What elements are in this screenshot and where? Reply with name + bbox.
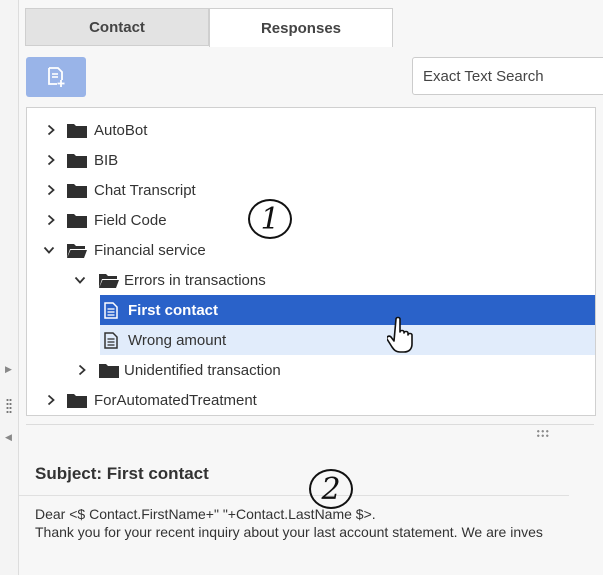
chevron-right-icon[interactable] (76, 364, 88, 376)
collapse-arrow-icon[interactable]: ◀ (5, 432, 12, 443)
tree-item-label: Chat Transcript (94, 181, 196, 199)
callout-1: 1 (248, 199, 292, 239)
chevron-right-icon[interactable] (45, 184, 57, 196)
tree-item-label: Wrong amount (128, 331, 227, 349)
tree-item-label: ForAutomatedTreatment (94, 391, 257, 409)
drag-handle-icon[interactable] (6, 398, 12, 414)
folder-icon (67, 124, 87, 138)
splitter-bar[interactable] (26, 424, 594, 441)
folder-open-icon (99, 274, 119, 288)
left-collapse-strip: ▶ ◀ (0, 0, 19, 575)
divider (19, 495, 569, 496)
preview-body-line: Thank you for your recent inquiry about … (35, 524, 543, 540)
add-response-icon (48, 67, 65, 87)
tree-item-label: BIB (94, 151, 119, 169)
tab-responses[interactable]: Responses (209, 8, 393, 47)
tree-item-chat-transcript[interactable]: Chat Transcript (27, 175, 595, 205)
tree-item-field-code[interactable]: Field Code (27, 205, 595, 235)
folder-open-icon (67, 244, 87, 258)
tree-item-forautomatedtreatment[interactable]: ForAutomatedTreatment (27, 385, 595, 415)
preview-body-line: Dear <$ Contact.FirstName+" "+Contact.La… (35, 506, 376, 522)
document-icon (104, 301, 118, 319)
callout-2: 2 (309, 469, 353, 509)
tree-item-label: Financial service (94, 241, 206, 259)
folder-icon (67, 394, 87, 408)
chevron-down-icon[interactable] (43, 244, 55, 256)
tree-item-first-contact[interactable]: First contact (100, 295, 595, 325)
expand-arrow-icon[interactable]: ▶ (5, 364, 12, 375)
tab-contact[interactable]: Contact (25, 8, 209, 46)
search-input[interactable] (412, 57, 603, 95)
hand-cursor-icon (387, 316, 413, 353)
responses-panel: Contact Responses AutoBot BIB (19, 0, 603, 575)
document-icon (104, 331, 118, 349)
chevron-right-icon[interactable] (45, 214, 57, 226)
tree-item-wrong-amount[interactable]: Wrong amount (100, 325, 595, 355)
tree-item-bib[interactable]: BIB (27, 145, 595, 175)
folder-icon (67, 184, 87, 198)
tree-item-label: AutoBot (94, 121, 148, 139)
preview-subject: Subject: First contact (35, 464, 209, 483)
chevron-down-icon[interactable] (74, 274, 86, 286)
response-tree: AutoBot BIB Chat Transcript Field Code F… (26, 107, 596, 416)
tree-item-label: Field Code (94, 211, 167, 229)
preview-body: Dear <$ Contact.FirstName+" "+Contact.La… (35, 505, 543, 541)
folder-icon (99, 364, 119, 378)
chevron-right-icon[interactable] (45, 154, 57, 166)
tree-item-autobot[interactable]: AutoBot (27, 115, 595, 145)
add-response-button[interactable] (26, 57, 86, 97)
tree-item-errors-in-transactions[interactable]: Errors in transactions (27, 265, 595, 295)
tree-item-label: Unidentified transaction (124, 361, 281, 379)
tree-item-unidentified-transaction[interactable]: Unidentified transaction (27, 355, 595, 385)
chevron-right-icon[interactable] (45, 124, 57, 136)
folder-icon (67, 154, 87, 168)
tree-item-financial-service[interactable]: Financial service (27, 235, 595, 265)
tree-item-label: First contact (128, 301, 219, 319)
tree-item-label: Errors in transactions (124, 271, 266, 289)
response-preview: Subject: First contact Dear <$ Contact.F… (19, 440, 603, 575)
chevron-right-icon[interactable] (45, 394, 57, 406)
drag-handle-icon[interactable] (536, 429, 549, 438)
folder-icon (67, 214, 87, 228)
